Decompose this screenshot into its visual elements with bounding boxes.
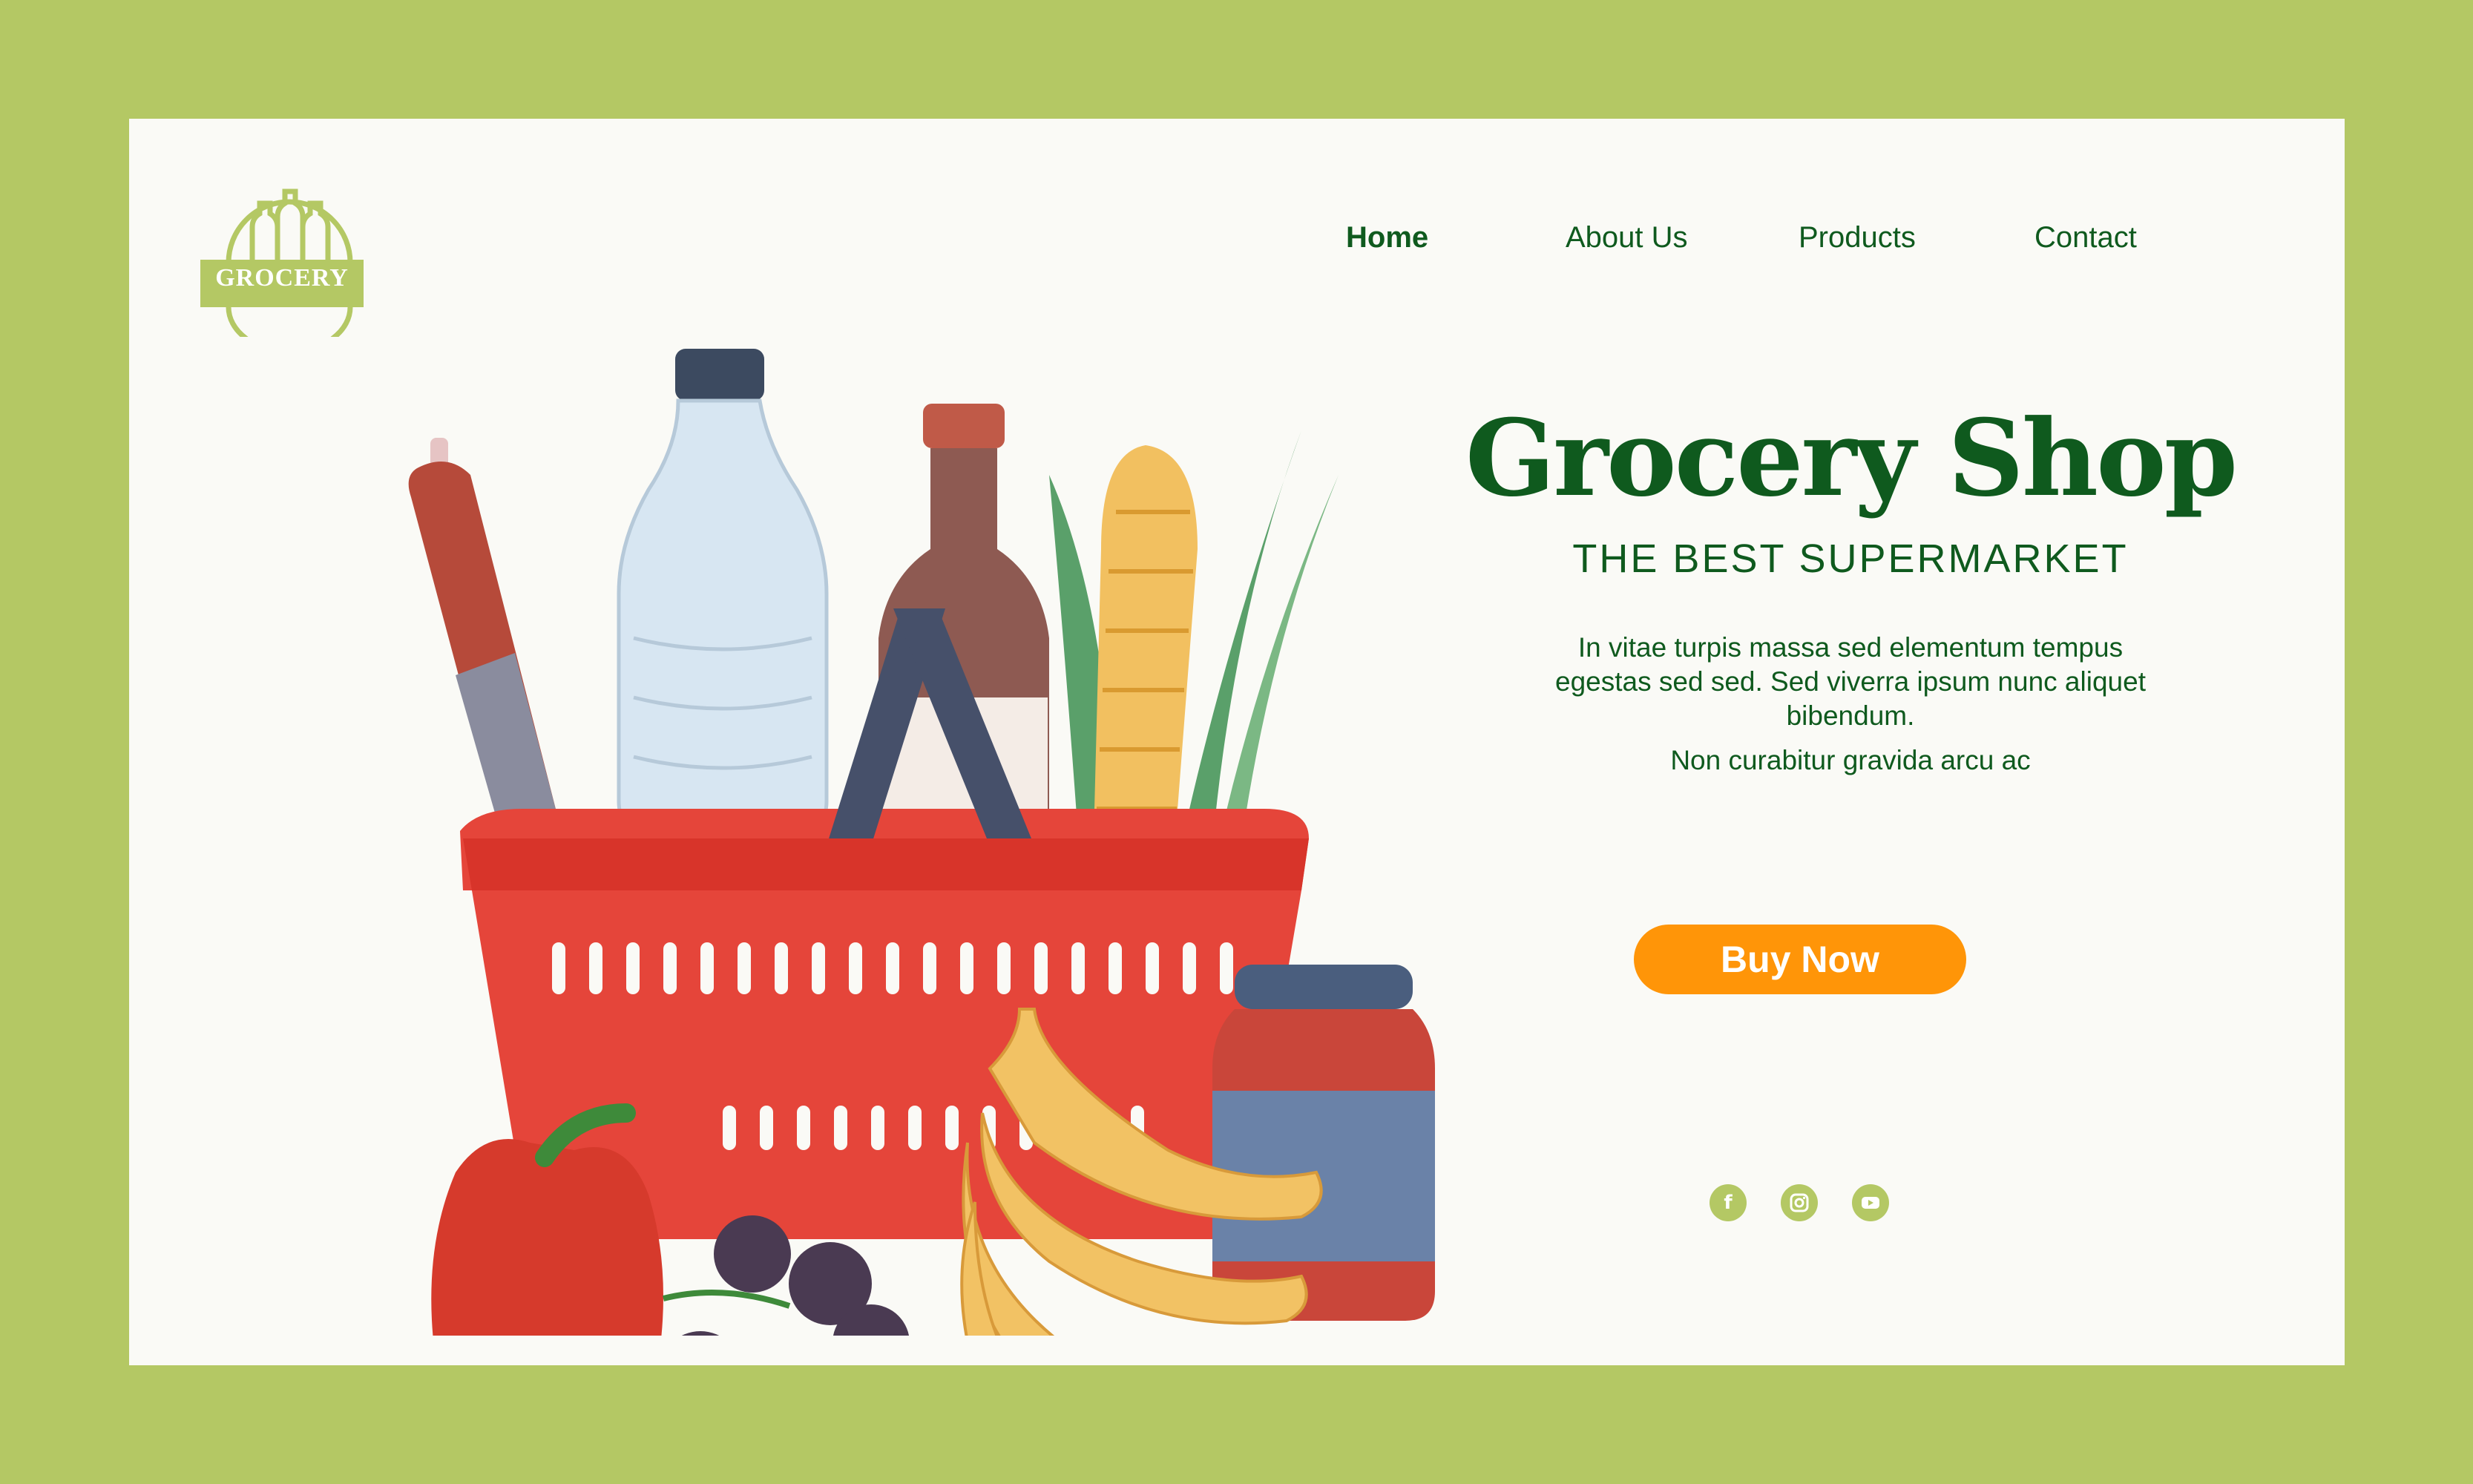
facebook-icon[interactable]: f — [1710, 1184, 1747, 1221]
main-nav: Home About Us Products Contact — [1346, 221, 2345, 266]
nav-home[interactable]: Home — [1346, 221, 1428, 255]
youtube-icon[interactable] — [1852, 1184, 1889, 1221]
salami-icon — [408, 438, 559, 844]
page-title: Grocery Shop — [1465, 397, 2238, 520]
hero-description: In vitae turpis massa sed elementum temp… — [1555, 632, 2146, 732]
buy-now-button[interactable]: Buy Now — [1634, 925, 1966, 994]
landing-card: GROCERY Home About Us Products Contact G… — [129, 119, 2345, 1365]
youtube-glyph-icon — [1862, 1197, 1879, 1209]
grocery-basket-illustration — [277, 326, 1465, 1336]
bottles-logo-icon — [200, 188, 364, 337]
logo-text: GROCERY — [215, 264, 349, 292]
nav-contact[interactable]: Contact — [2034, 221, 2137, 255]
water-bottle-icon — [617, 349, 829, 833]
nav-products[interactable]: Products — [1799, 221, 1916, 255]
hero-section: Grocery Shop THE BEST SUPERMARKET In vit… — [1331, 401, 2345, 776]
facebook-glyph: f — [1724, 1192, 1733, 1214]
grocery-logo[interactable]: GROCERY — [200, 181, 378, 337]
hero-description-secondary: Non curabitur gravida arcu ac — [1670, 745, 2031, 776]
corn-icon — [1049, 430, 1339, 846]
instagram-icon[interactable] — [1781, 1184, 1818, 1221]
instagram-glyph-icon — [1790, 1193, 1809, 1212]
nav-about-us[interactable]: About Us — [1566, 221, 1688, 255]
page-subtitle: THE BEST SUPERMARKET — [1572, 536, 2129, 582]
jam-jar-icon — [1212, 965, 1435, 1321]
